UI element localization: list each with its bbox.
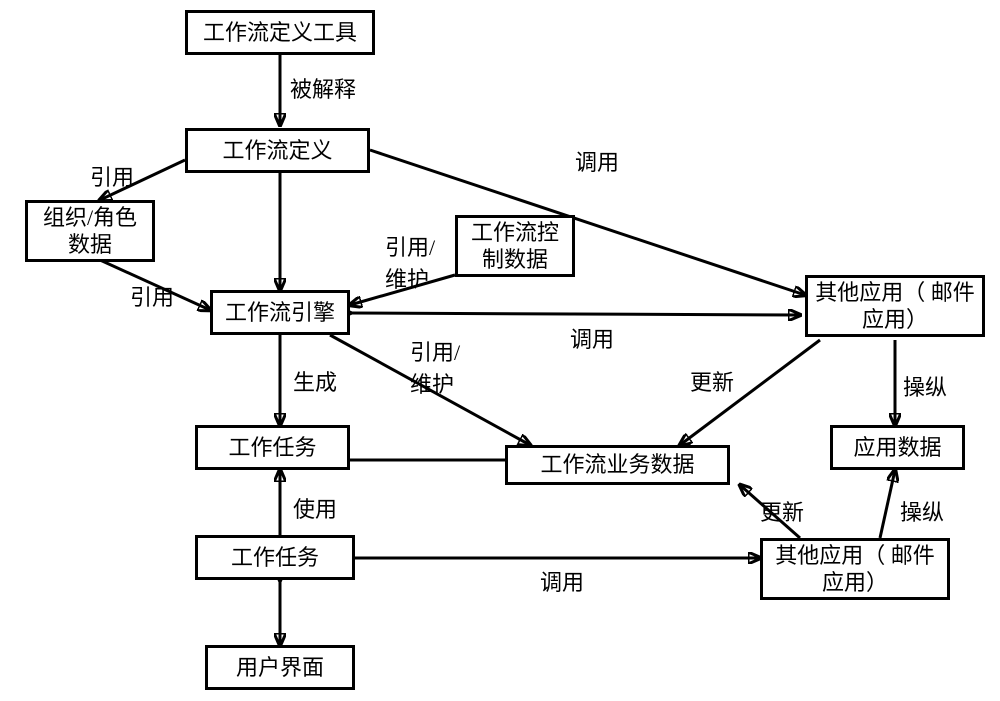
diagram-canvas: 工作流定义工具 工作流定义 组织/角色 数据 工作流引擎 工作流控 制数据 其他… (0, 0, 1000, 701)
lbl-use: 使用 (293, 492, 337, 524)
box-biz-data: 工作流业务数据 (505, 445, 730, 485)
lbl-ref-1: 引用 (90, 160, 134, 192)
box-app-data: 应用数据 (830, 425, 965, 470)
box-user-ui: 用户界面 (205, 645, 355, 690)
lbl-ref-2: 引用 (130, 280, 174, 312)
box-work-task2: 工作任务 (195, 535, 355, 580)
box-definition: 工作流定义 (185, 128, 370, 173)
box-org-role-text: 组织/角色 数据 (43, 204, 137, 259)
box-user-ui-text: 用户界面 (236, 654, 324, 682)
box-other-app2: 其他应用（ 邮件 应用） (760, 538, 950, 600)
box-other-app2-text: 其他应用（ 邮件 应用） (775, 542, 935, 597)
box-app-data-text: 应用数据 (853, 434, 941, 462)
lbl-interpreted: 被解释 (290, 72, 356, 104)
lbl-refmaint-2: 引用/ 维护 (410, 335, 460, 399)
lbl-invoke-1: 调用 (575, 145, 619, 177)
box-def-tool: 工作流定义工具 (185, 10, 375, 55)
box-work-task1-text: 工作任务 (228, 434, 316, 462)
lbl-update-1: 更新 (690, 365, 734, 397)
box-biz-data-text: 工作流业务数据 (540, 451, 694, 479)
box-ctrl-data-text: 工作流控 制数据 (471, 219, 559, 274)
lbl-invoke-3: 调用 (540, 565, 584, 597)
lbl-generate: 生成 (293, 365, 337, 397)
lbl-manip-1: 操纵 (903, 370, 947, 402)
box-definition-text: 工作流定义 (222, 137, 332, 165)
box-engine: 工作流引擎 (210, 290, 350, 335)
lbl-manip-2: 操纵 (900, 495, 944, 527)
box-other-app1: 其他应用（ 邮件 应用） (805, 275, 985, 337)
box-ctrl-data: 工作流控 制数据 (455, 215, 575, 277)
box-def-tool-text: 工作流定义工具 (203, 19, 357, 47)
box-engine-text: 工作流引擎 (225, 299, 335, 327)
lbl-refmaint-1: 引用/ 维护 (385, 230, 435, 294)
box-org-role: 组织/角色 数据 (25, 200, 155, 262)
lbl-invoke-2: 调用 (570, 322, 614, 354)
box-work-task2-text: 工作任务 (231, 544, 319, 572)
box-other-app1-text: 其他应用（ 邮件 应用） (815, 279, 975, 334)
lbl-update-2: 更新 (760, 495, 804, 527)
box-work-task1: 工作任务 (195, 425, 350, 470)
